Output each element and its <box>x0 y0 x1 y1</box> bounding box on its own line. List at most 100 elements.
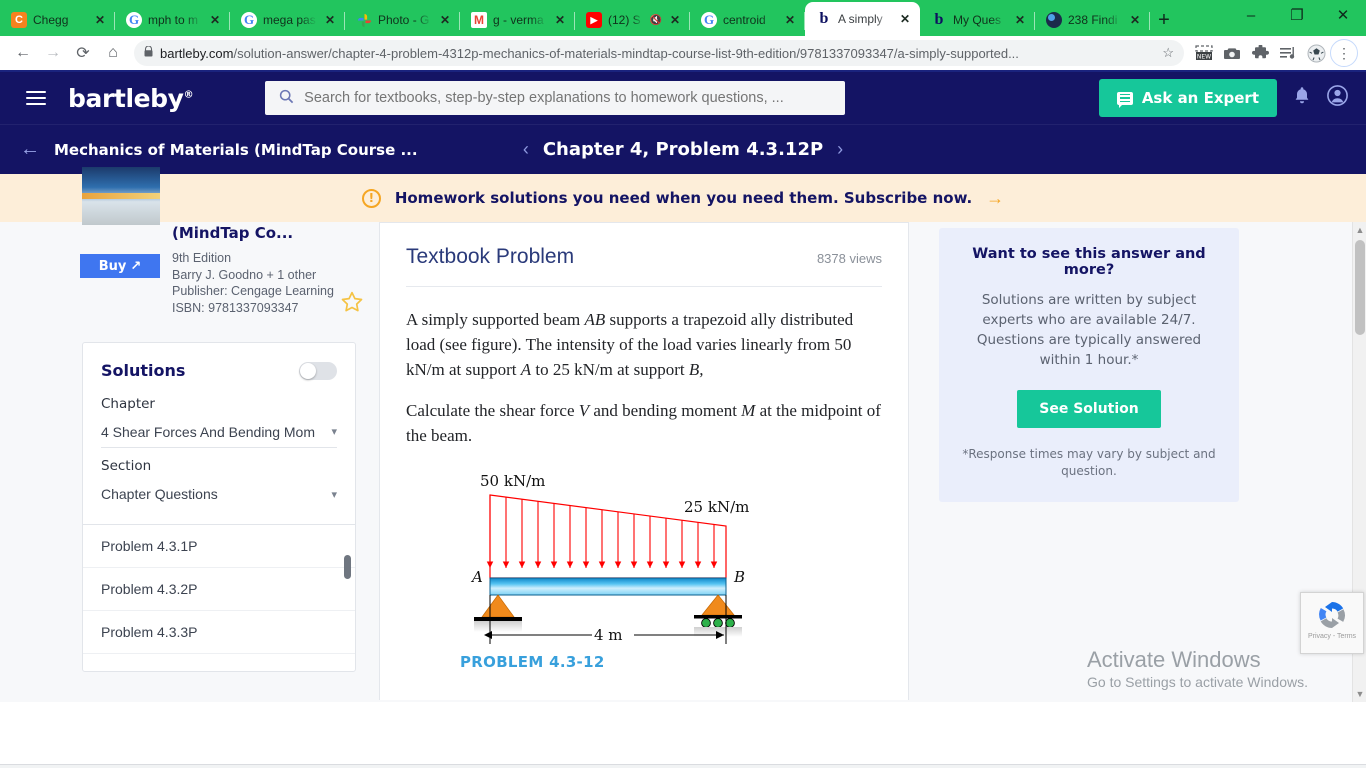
page-scrollbar-thumb[interactable] <box>1355 240 1365 335</box>
puzzle-extension-icon[interactable] <box>1246 39 1274 67</box>
book-info: Buy ↗ (MindTap Co... 9th Edition Barry J… <box>80 167 365 316</box>
url-domain: bartleby.com <box>160 45 234 61</box>
tab-title: mega pas <box>263 13 316 27</box>
search-input[interactable] <box>304 90 832 106</box>
tab-close-icon[interactable]: ✕ <box>1013 13 1027 27</box>
p2-part-0: Calculate the shear force <box>406 401 579 420</box>
soccer-ball-icon[interactable] <box>1302 39 1330 67</box>
solutions-panel: Solutions Chapter 4 Shear Forces And Ben… <box>82 342 356 672</box>
address-bar[interactable]: bartleby.com/solution-answer/chapter-4-p… <box>134 40 1184 66</box>
browser-tab[interactable]: C Chegg ✕ <box>0 4 115 36</box>
external-link-icon: ↗ <box>130 258 142 274</box>
browser-tab[interactable]: G mph to m ✕ <box>115 4 230 36</box>
browser-tab[interactable]: ▶ (12) S 🔇 ✕ <box>575 4 690 36</box>
solutions-toggle[interactable] <box>299 361 337 380</box>
tab-close-icon[interactable]: ✕ <box>783 13 797 27</box>
scroll-up-icon[interactable]: ▲ <box>1353 222 1366 238</box>
download-item[interactable]: IMG_20200914_10....jpg ˄ <box>836 765 1044 768</box>
browser-tab-bar: C Chegg ✕ G mph to m ✕ G mega pas ✕ Phot… <box>0 0 1366 36</box>
search-bar[interactable] <box>265 81 846 115</box>
tab-close-icon[interactable]: ✕ <box>208 13 222 27</box>
user-avatar-icon[interactable] <box>1327 84 1348 112</box>
gmail-icon: M <box>471 12 487 28</box>
section-select[interactable]: Chapter Questions ▾ <box>101 478 337 510</box>
answer-promo-heading: Want to see this answer and more? <box>972 246 1206 278</box>
tab-close-icon[interactable]: ✕ <box>323 13 337 27</box>
tab-close-icon[interactable]: ✕ <box>898 12 912 26</box>
google-icon: G <box>701 12 717 28</box>
browser-tab[interactable]: M g - verma ✕ <box>460 4 575 36</box>
breadcrumb-book-title[interactable]: Mechanics of Materials (MindTap Course .… <box>54 141 418 159</box>
download-item[interactable]: IMG_20200914_20....jpg ˄ <box>420 765 628 768</box>
solutions-list-scrollbar-thumb[interactable] <box>344 555 351 579</box>
window-maximize-button[interactable]: ❐ <box>1274 0 1320 30</box>
solutions-title: Solutions <box>101 361 186 380</box>
tab-close-icon[interactable]: ✕ <box>1128 13 1142 27</box>
p2-part-1: V <box>578 401 590 420</box>
tab-close-icon[interactable]: ✕ <box>553 13 567 27</box>
recaptcha-badge[interactable]: Privacy - Terms <box>1300 592 1364 654</box>
download-item[interactable]: IMG_20200914_20....jpg ˄ <box>628 765 836 768</box>
download-item[interactable]: IMG_20200914_23....jpg ˄ <box>212 765 420 768</box>
playlist-icon[interactable] <box>1274 39 1302 67</box>
close-download-shelf-icon[interactable]: ✕ <box>1326 765 1362 768</box>
page-title: Chapter 4, Problem 4.3.12P <box>542 139 824 160</box>
alert-icon: ! <box>361 188 381 208</box>
arrow-left-icon[interactable]: ← <box>20 138 40 161</box>
hamburger-menu-icon[interactable] <box>18 85 54 111</box>
section-heading: Textbook Problem <box>406 245 575 268</box>
window-close-button[interactable]: ✕ <box>1320 0 1366 30</box>
buy-button[interactable]: Buy ↗ <box>80 254 160 278</box>
tab-mute-icon[interactable]: 🔇 <box>649 15 661 26</box>
bartleby-logo[interactable]: bartleby® <box>68 84 194 113</box>
prev-problem-icon[interactable]: ‹ <box>523 139 529 160</box>
search-icon <box>279 89 294 108</box>
browser-tab-active[interactable]: b A simply ✕ <box>805 2 920 36</box>
book-cover-image <box>82 167 160 225</box>
see-solution-button[interactable]: See Solution <box>1017 390 1161 428</box>
browser-tab[interactable]: G mega pas ✕ <box>230 4 345 36</box>
list-item[interactable]: Problem 4.3.1P <box>83 525 355 568</box>
star-outline-icon[interactable] <box>340 290 364 320</box>
back-icon[interactable]: ← <box>8 38 38 68</box>
p1-part-3: A <box>520 360 532 379</box>
download-shelf: IMG_20200915_05....jpg ˄ IMG_20200914_23… <box>0 764 1366 768</box>
new-badge-icon[interactable]: NEW <box>1190 39 1218 67</box>
scroll-down-icon[interactable]: ▼ <box>1353 686 1366 702</box>
browser-tab[interactable]: b My Ques ✕ <box>920 4 1035 36</box>
home-icon[interactable]: ⌂ <box>98 38 128 68</box>
browser-toolbar: ← → ⟳ ⌂ bartleby.com/solution-answer/cha… <box>0 36 1366 72</box>
bookmark-star-icon[interactable]: ☆ <box>1162 45 1174 61</box>
reload-icon[interactable]: ⟳ <box>68 38 98 68</box>
section-select-value: Chapter Questions <box>101 486 218 502</box>
browser-menu-icon[interactable]: ⋮ <box>1330 39 1358 67</box>
camera-icon[interactable] <box>1218 39 1246 67</box>
figure-caption: PROBLEM 4.3-12 <box>460 653 605 671</box>
bell-icon[interactable] <box>1293 86 1311 111</box>
browser-tab[interactable]: 238 Findi ✕ <box>1035 4 1150 36</box>
tab-close-icon[interactable]: ✕ <box>668 13 682 27</box>
tab-strip: C Chegg ✕ G mph to m ✕ G mega pas ✕ Phot… <box>0 0 1178 36</box>
browser-tab[interactable]: G centroid ✕ <box>690 4 805 36</box>
forward-icon[interactable]: → <box>38 38 68 68</box>
browser-tab[interactable]: Photo - G ✕ <box>345 4 460 36</box>
new-tab-button[interactable]: + <box>1150 4 1178 36</box>
problem-navigator: ‹ Chapter 4, Problem 4.3.12P › <box>523 139 843 160</box>
support-right-label: B <box>733 568 745 586</box>
window-minimize-button[interactable]: – <box>1228 0 1274 30</box>
url-path: /solution-answer/chapter-4-problem-4312p… <box>233 45 1019 61</box>
window-controls: – ❐ ✕ <box>1228 0 1366 36</box>
subscribe-banner[interactable]: ! Homework solutions you need when you n… <box>0 174 1366 222</box>
chapter-select[interactable]: 4 Shear Forces And Bending Mom ▾ <box>101 416 337 448</box>
next-problem-icon[interactable]: › <box>837 139 843 160</box>
list-item[interactable]: Problem 4.3.2P <box>83 568 355 611</box>
arrow-right-icon[interactable]: → <box>986 188 1004 209</box>
tab-close-icon[interactable]: ✕ <box>93 13 107 27</box>
tab-close-icon[interactable]: ✕ <box>438 13 452 27</box>
recaptcha-text[interactable]: Privacy - Terms <box>1308 633 1356 640</box>
download-item[interactable]: IMG_20200915_05....jpg ˄ <box>4 765 212 768</box>
ask-an-expert-button[interactable]: Ask an Expert <box>1098 79 1277 117</box>
list-item[interactable]: Problem 4.3.3P <box>83 611 355 654</box>
tab-title: Chegg <box>33 13 69 27</box>
p2-part-3: M <box>741 401 756 420</box>
